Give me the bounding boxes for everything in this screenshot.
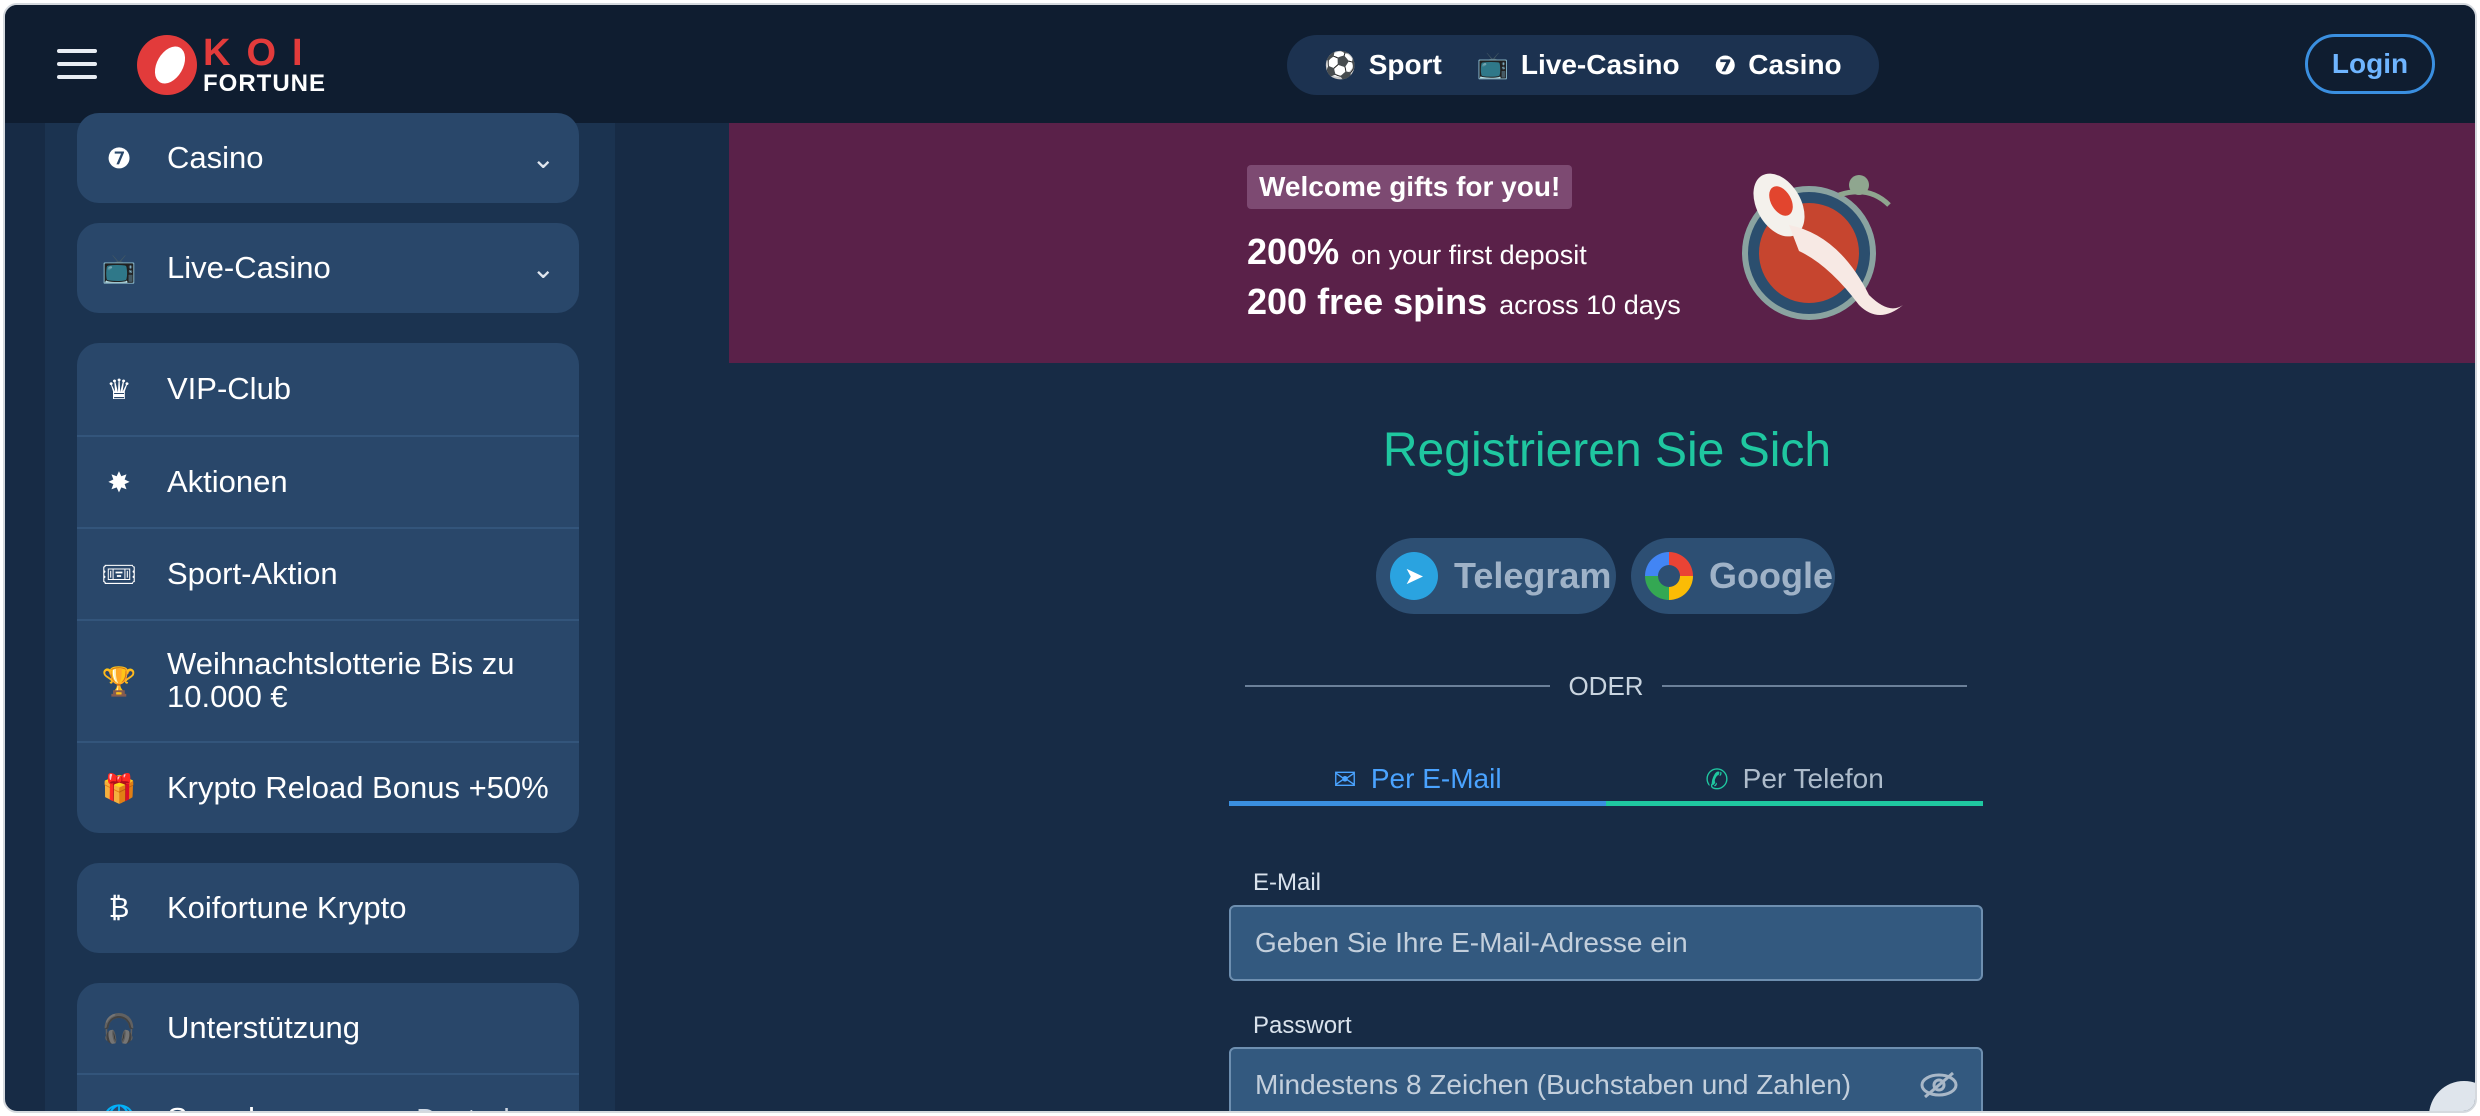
nav-live-casino-label: Live-Casino [1520, 49, 1680, 80]
sidebar-card-live-casino: 📺 Live-Casino ⌄ [77, 223, 579, 313]
nav-casino[interactable]: ❼ Casino [1714, 49, 1841, 81]
telegram-icon: ➤ [1390, 552, 1438, 600]
sidebar-item-label: VIP-Club [167, 371, 292, 406]
chat-widget-button[interactable] [2429, 1081, 2475, 1111]
koi-fish-icon [137, 35, 197, 95]
tab-indicator [1229, 801, 1983, 806]
sidebar-item-aktionen[interactable]: ✸ Aktionen [77, 435, 579, 527]
google-icon [1645, 552, 1693, 600]
sidebar-item-label: Weihnachtslotterie Bis zu 10.000 € [167, 646, 515, 714]
sidebar-card-casino: ❼ Casino ⌄ [77, 113, 579, 203]
slot-seven-icon: ❼ [106, 142, 132, 174]
koi-fish-illustration-icon [1742, 173, 1903, 320]
sidebar-item-label: Sport-Aktion [167, 556, 338, 591]
email-label: E-Mail [1253, 869, 1322, 896]
nav-casino-label: Casino [1748, 49, 1842, 80]
or-text: ODER [1568, 670, 1644, 701]
ticket-icon: 🎟 [101, 558, 137, 590]
offer-spins-desc: across 10 days [1499, 290, 1681, 320]
envelope-icon: ✉ [1333, 763, 1357, 795]
offer-line-2: 200 free spins across 10 days [1247, 281, 1681, 323]
google-label: Google [1709, 555, 1833, 596]
offer-line-1: 200% on your first deposit [1247, 231, 1587, 273]
offer-spins: 200 free spins [1247, 281, 1488, 322]
tab-phone-label: Per Telefon [1742, 763, 1884, 794]
koifortune-logo[interactable]: KOI FORTUNE [137, 33, 326, 97]
sidebar[interactable]: ❼ Casino ⌄ 📺 Live-Casino ⌄ ♛ VIP-Club ✸ … [45, 113, 615, 1112]
top-header: KOI FORTUNE ⚽ Sport 📺 Live-Casino ❼ Casi… [5, 5, 2475, 123]
sidebar-item-label: Aktionen [167, 464, 288, 499]
sidebar-item-sport-aktion[interactable]: 🎟 Sport-Aktion [77, 527, 579, 619]
chevron-down-icon[interactable]: ⌄ [532, 142, 555, 175]
password-label: Passwort [1253, 1012, 1352, 1039]
chevron-down-icon[interactable]: ⌄ [532, 252, 555, 285]
sidebar-item-weihnachtslotterie[interactable]: 🏆 Weihnachtslotterie Bis zu 10.000 € [77, 619, 579, 741]
hamburger-menu-icon[interactable] [57, 49, 97, 79]
sidebar-item-language[interactable]: 🌐 Sprache Deutsch ⌄ [77, 1073, 579, 1112]
password-field[interactable] [1255, 1069, 1981, 1101]
sidebar-item-live-casino[interactable]: 📺 Live-Casino ⌄ [77, 223, 579, 313]
welcome-banner[interactable]: Welcome gifts for you! 200% on your first… [729, 123, 2475, 363]
sidebar-card-krypto: ₿ Koifortune Krypto [77, 863, 579, 953]
or-divider: ODER [1245, 669, 1967, 703]
welcome-badge: Welcome gifts for you! [1247, 165, 1573, 209]
gift-icon: 🎁 [101, 772, 137, 804]
nav-sport[interactable]: ⚽ Sport [1324, 49, 1441, 81]
sidebar-item-koifortune-krypto[interactable]: ₿ Koifortune Krypto [77, 863, 579, 953]
email-field[interactable] [1255, 927, 1981, 959]
chevron-down-icon[interactable]: ⌄ [532, 1103, 555, 1112]
google-login-button[interactable]: Google [1631, 538, 1835, 614]
trophy-icon: 🏆 [101, 665, 137, 697]
login-button[interactable]: Login [2305, 34, 2435, 94]
logo-fortune-text: FORTUNE [203, 70, 326, 97]
browser-frame: KOI FORTUNE ⚽ Sport 📺 Live-Casino ❼ Casi… [3, 3, 2477, 1113]
sidebar-item-casino[interactable]: ❼ Casino ⌄ [77, 113, 579, 203]
offer-percent: 200% [1247, 231, 1340, 272]
sidebar-item-label: Koifortune Krypto [167, 890, 407, 925]
sidebar-item-label: Krypto Reload Bonus +50% [167, 770, 549, 805]
star-burst-icon: ✸ [107, 466, 131, 498]
globe-icon: 🌐 [101, 1103, 137, 1112]
password-field-wrapper [1229, 1047, 1983, 1111]
crown-icon: ♛ [106, 373, 132, 405]
tab-email-label: Per E-Mail [1370, 763, 1502, 794]
eye-off-icon[interactable] [1919, 1069, 1959, 1101]
sidebar-card-support: 🎧 Unterstützung 🌐 Sprache Deutsch ⌄ [77, 983, 579, 1112]
logo-koi-text: KOI [203, 32, 319, 74]
tab-email[interactable]: ✉ Per E-Mail [1229, 749, 1606, 809]
sidebar-card-menu: ♛ VIP-Club ✸ Aktionen 🎟 Sport-Aktion 🏆 W… [77, 343, 579, 833]
live-tv-icon: 📺 [101, 252, 137, 284]
email-field-wrapper [1229, 905, 1983, 981]
telegram-login-button[interactable]: ➤ Telegram [1376, 538, 1616, 614]
sidebar-item-label: Sprache [167, 1101, 282, 1111]
sidebar-item-krypto-reload[interactable]: 🎁 Krypto Reload Bonus +50% [77, 741, 579, 833]
offer-percent-desc: on your first deposit [1351, 240, 1587, 270]
sidebar-item-label: Casino [167, 140, 264, 175]
tab-phone[interactable]: ✆ Per Telefon [1606, 749, 1983, 809]
sidebar-item-vip-club[interactable]: ♛ VIP-Club [77, 343, 579, 435]
soccer-ball-icon: ⚽ [1324, 49, 1357, 80]
telegram-label: Telegram [1454, 555, 1612, 596]
nav-sport-label: Sport [1368, 49, 1442, 80]
live-tv-icon: 📺 [1476, 49, 1509, 80]
sidebar-item-label: Unterstützung [167, 1010, 360, 1045]
language-value: Deutsch [416, 1103, 519, 1111]
register-title: Registrieren Sie Sich [1382, 424, 1832, 477]
top-nav: ⚽ Sport 📺 Live-Casino ❼ Casino [1287, 35, 1879, 95]
slot-seven-icon: ❼ [1714, 49, 1737, 80]
sidebar-item-support[interactable]: 🎧 Unterstützung [77, 983, 579, 1073]
phone-icon: ✆ [1705, 763, 1729, 795]
headset-icon: 🎧 [101, 1012, 137, 1044]
register-tabs: ✉ Per E-Mail ✆ Per Telefon [1229, 749, 1983, 809]
nav-live-casino[interactable]: 📺 Live-Casino [1477, 49, 1680, 81]
sidebar-item-label: Live-Casino [167, 250, 331, 285]
bitcoin-icon: ₿ [108, 892, 130, 923]
